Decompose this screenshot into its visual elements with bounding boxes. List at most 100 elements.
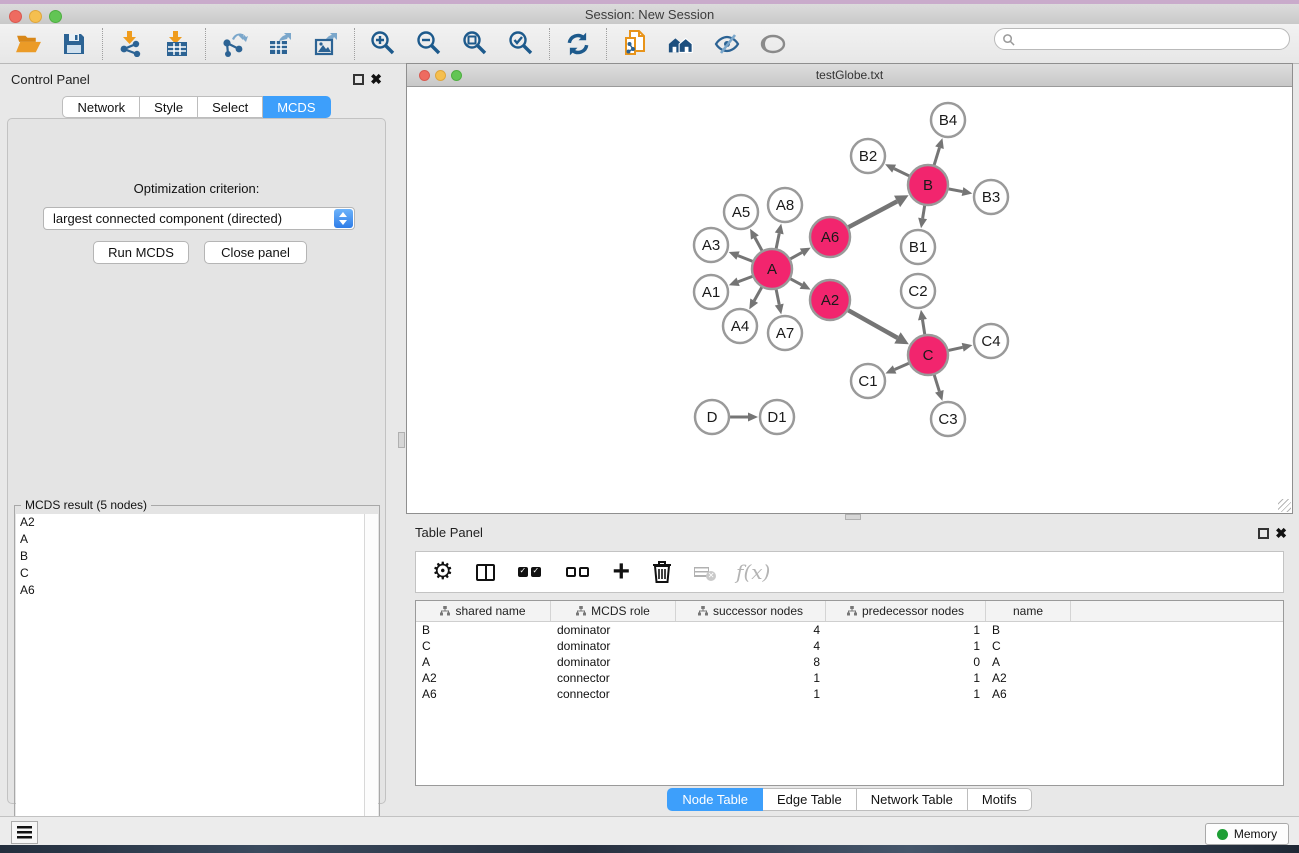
- splitter-handle-left[interactable]: [398, 432, 405, 448]
- column-header-successor-nodes[interactable]: successor nodes: [676, 601, 826, 621]
- delete-trash-icon[interactable]: [652, 557, 672, 587]
- select-all-rows-icon[interactable]: [517, 557, 543, 587]
- window-resize-grip[interactable]: [1278, 499, 1291, 512]
- graph-node-A[interactable]: A: [752, 249, 792, 289]
- mcds-result-item[interactable]: B: [16, 548, 365, 565]
- table-row[interactable]: Adominator80A: [416, 654, 1283, 670]
- table-panel-float-icon[interactable]: [1258, 528, 1269, 539]
- graph-node-B2[interactable]: B2: [851, 139, 885, 173]
- zoom-out-icon[interactable]: [415, 30, 443, 58]
- open-file-icon[interactable]: [14, 30, 42, 58]
- table-row[interactable]: A2connector11A2: [416, 670, 1283, 686]
- deselect-all-rows-icon[interactable]: [565, 557, 591, 587]
- table-row[interactable]: Bdominator41B: [416, 622, 1283, 638]
- graph-node-B4[interactable]: B4: [931, 103, 965, 137]
- column-header-predecessor-nodes[interactable]: predecessor nodes: [826, 601, 986, 621]
- control-panel-float-icon[interactable]: [353, 74, 364, 85]
- tab-node-table[interactable]: Node Table: [667, 788, 763, 811]
- graph-node-A3[interactable]: A3: [694, 228, 728, 262]
- export-network-icon[interactable]: [220, 30, 248, 58]
- apply-layout-icon[interactable]: [564, 30, 592, 58]
- export-image-icon[interactable]: [312, 30, 340, 58]
- graph-node-B1[interactable]: B1: [901, 230, 935, 264]
- show-columns-icon[interactable]: [476, 557, 495, 587]
- save-session-icon[interactable]: [60, 30, 88, 58]
- zoom-selected-icon[interactable]: [507, 30, 535, 58]
- add-column-icon[interactable]: +: [613, 557, 631, 587]
- zoom-in-icon[interactable]: [369, 30, 397, 58]
- network-view-window: testGlobe.txt B4 B2 B B3 A8 A5 A6 A3 B1 A C2 A1 A2 A4…: [406, 63, 1293, 514]
- network-window-titlebar[interactable]: testGlobe.txt: [407, 64, 1292, 87]
- graph-node-D1[interactable]: D1: [760, 400, 794, 434]
- search-input[interactable]: [1015, 32, 1289, 46]
- run-mcds-button[interactable]: Run MCDS: [93, 241, 189, 264]
- table-cell: 1: [676, 686, 826, 702]
- table-row[interactable]: Cdominator41C: [416, 638, 1283, 654]
- node-label: C2: [908, 283, 927, 300]
- table-cell: A6: [986, 686, 1071, 702]
- control-panel-close-icon[interactable]: ✖: [370, 71, 382, 88]
- mcds-result-scrollbar[interactable]: [364, 514, 378, 847]
- export-table-icon[interactable]: [266, 30, 294, 58]
- edge-A6-B[interactable]: [846, 201, 897, 228]
- mcds-result-item[interactable]: A: [16, 531, 365, 548]
- tab-network[interactable]: Network: [62, 96, 140, 118]
- table-row[interactable]: A6connector11A6: [416, 686, 1283, 702]
- table-panel-close-icon[interactable]: ✖: [1275, 525, 1287, 542]
- node-label: B: [923, 177, 933, 194]
- tab-select[interactable]: Select: [198, 96, 263, 118]
- graph-node-A1[interactable]: A1: [694, 275, 728, 309]
- first-neighbors-icon[interactable]: [667, 30, 695, 58]
- import-table-icon[interactable]: [163, 30, 191, 58]
- hide-selected-icon[interactable]: [713, 30, 741, 58]
- table-cell: 1: [826, 622, 986, 638]
- zoom-fit-icon[interactable]: [461, 30, 489, 58]
- criterion-select[interactable]: largest connected component (directed): [43, 207, 355, 230]
- network-graph[interactable]: B4 B2 B B3 A8 A5 A6 A3 B1 A C2 A1 A2 A4 A7 C4 C C1 D D1 C3: [407, 87, 1292, 513]
- network-canvas[interactable]: B4 B2 B B3 A8 A5 A6 A3 B1 A C2 A1 A2 A4 A7 C4 C C1 D D1 C3: [407, 87, 1292, 513]
- graph-node-C4[interactable]: C4: [974, 324, 1008, 358]
- new-network-from-selection-icon[interactable]: [621, 30, 649, 58]
- column-header-shared-name[interactable]: shared name: [416, 601, 551, 621]
- graph-node-A7[interactable]: A7: [768, 316, 802, 350]
- control-panel-tabs: NetworkStyleSelectMCDS: [7, 96, 386, 118]
- node-label: D1: [767, 409, 786, 426]
- close-panel-button[interactable]: Close panel: [204, 241, 307, 264]
- import-network-icon[interactable]: [117, 30, 145, 58]
- table-cell: 8: [676, 654, 826, 670]
- node-table[interactable]: shared nameMCDS rolesuccessor nodesprede…: [415, 600, 1284, 786]
- tab-network-table[interactable]: Network Table: [857, 788, 968, 811]
- memory-button[interactable]: Memory: [1205, 823, 1289, 845]
- graph-node-A2[interactable]: A2: [810, 280, 850, 320]
- graph-node-B3[interactable]: B3: [974, 180, 1008, 214]
- graph-node-A8[interactable]: A8: [768, 188, 802, 222]
- column-header-MCDS-role[interactable]: MCDS role: [551, 601, 676, 621]
- mcds-result-item[interactable]: A2: [16, 514, 365, 531]
- graph-node-C[interactable]: C: [908, 335, 948, 375]
- table-cell: 1: [826, 686, 986, 702]
- tab-edge-table[interactable]: Edge Table: [763, 788, 857, 811]
- task-history-button[interactable]: [11, 821, 38, 844]
- tab-style[interactable]: Style: [140, 96, 198, 118]
- graph-node-B[interactable]: B: [908, 165, 948, 205]
- node-label: C3: [938, 411, 957, 428]
- graph-node-C2[interactable]: C2: [901, 274, 935, 308]
- graph-node-A4[interactable]: A4: [723, 309, 757, 343]
- graph-node-D[interactable]: D: [695, 400, 729, 434]
- column-header-name[interactable]: name: [986, 601, 1071, 621]
- edge-A2-C[interactable]: [846, 309, 898, 338]
- graph-node-A5[interactable]: A5: [724, 195, 758, 229]
- edge-arrowhead: [775, 224, 784, 235]
- graph-node-C1[interactable]: C1: [851, 364, 885, 398]
- graph-node-A6[interactable]: A6: [810, 217, 850, 257]
- tab-motifs[interactable]: Motifs: [968, 788, 1032, 811]
- tab-mcds[interactable]: MCDS: [263, 96, 330, 118]
- graph-node-C3[interactable]: C3: [931, 402, 965, 436]
- show-all-icon[interactable]: [759, 30, 787, 58]
- attribute-tree-icon: [576, 606, 586, 616]
- search-box[interactable]: [994, 28, 1290, 50]
- table-settings-gear-icon[interactable]: ⚙: [432, 557, 454, 587]
- mcds-result-list[interactable]: A2ABCA6: [16, 514, 365, 847]
- mcds-result-item[interactable]: A6: [16, 582, 365, 599]
- mcds-result-item[interactable]: C: [16, 565, 365, 582]
